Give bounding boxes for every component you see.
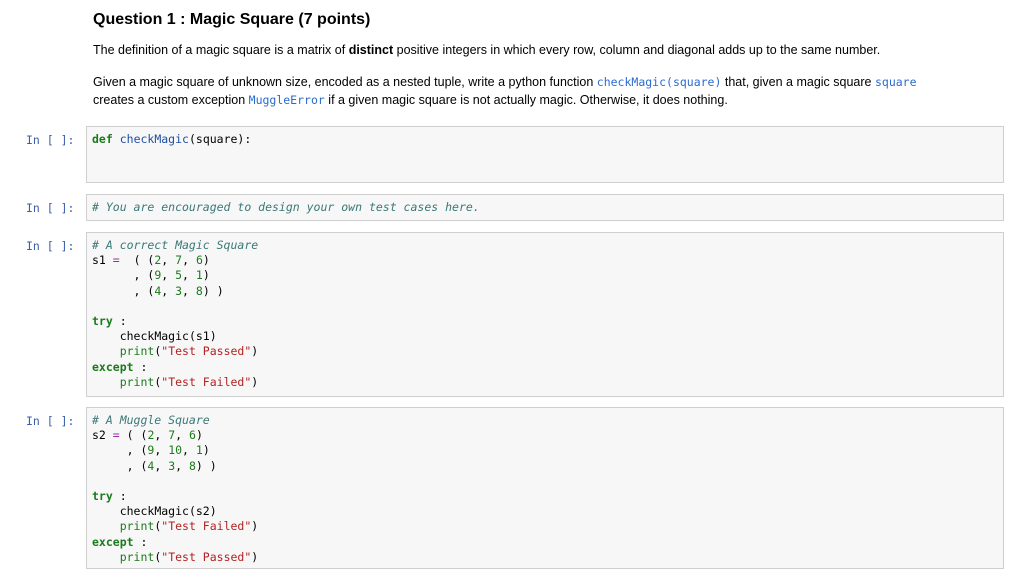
tuple-value: 3 bbox=[175, 283, 183, 298]
tuple-value: 1 bbox=[195, 443, 203, 458]
code-comment: # A correct Magic Square bbox=[92, 238, 259, 252]
definition-text-end: positive integers in which every row, co… bbox=[393, 43, 881, 57]
keyword-except: except bbox=[92, 534, 134, 549]
definition-text: The definition of a magic square is a ma… bbox=[93, 43, 349, 57]
tuple-value: 2 bbox=[147, 428, 155, 443]
keyword-except: except bbox=[92, 359, 134, 374]
cell-prompt-4: In [ ]: bbox=[26, 414, 75, 428]
builtin-print: print bbox=[119, 374, 155, 389]
instruction-text-3: creates a custom exception bbox=[93, 93, 249, 107]
cell-prompt-1: In [ ]: bbox=[26, 133, 75, 147]
tuple-value: 8 bbox=[188, 458, 196, 473]
variable-s1: s1 bbox=[92, 253, 106, 268]
code-cell-4[interactable]: # A Muggle Square s2 = ( (2, 7, 6) , (9,… bbox=[86, 407, 1004, 569]
question-title: Question 1 : Magic Square (7 points) bbox=[93, 11, 371, 28]
tuple-value: 6 bbox=[195, 253, 203, 268]
definition-bold: distinct bbox=[348, 43, 394, 57]
code-cell-3[interactable]: # A correct Magic Square s1 = ( (2, 7, 6… bbox=[86, 232, 1004, 397]
cell-prompt-3: In [ ]: bbox=[26, 239, 75, 253]
tuple-value: 7 bbox=[168, 428, 176, 443]
code-comment: # A Muggle Square bbox=[92, 413, 210, 427]
function-call: checkMagic(s1) bbox=[119, 329, 217, 344]
inline-code-square: square bbox=[874, 75, 917, 89]
inline-code-checkmagic: checkMagic(square) bbox=[596, 75, 722, 89]
tuple-value: 9 bbox=[147, 443, 155, 458]
code-cell-1[interactable]: def checkMagic(square): bbox=[86, 126, 1004, 183]
string-literal: "Test Failed" bbox=[161, 374, 252, 389]
inline-code-mugglerror: MuggleError bbox=[248, 93, 325, 107]
function-call: checkMagic(s2) bbox=[119, 504, 217, 519]
code-comment: # You are encouraged to design your own … bbox=[92, 200, 480, 214]
instruction-text-1: Given a magic square of unknown size, en… bbox=[93, 75, 597, 89]
tuple-value: 9 bbox=[154, 268, 162, 283]
function-name: checkMagic bbox=[119, 132, 189, 146]
tuple-value: 1 bbox=[195, 268, 203, 283]
string-literal: "Test Passed" bbox=[161, 549, 252, 564]
code-cell-2[interactable]: # You are encouraged to design your own … bbox=[86, 194, 1004, 221]
definition-paragraph: The definition of a magic square is a ma… bbox=[93, 43, 993, 57]
tuple-value: 6 bbox=[189, 428, 196, 443]
instruction-text-4: if a given magic square is not actually … bbox=[324, 93, 728, 107]
tuple-value: 8 bbox=[195, 283, 203, 298]
variable-s2: s2 bbox=[92, 428, 106, 443]
string-literal: "Test Failed" bbox=[161, 519, 252, 534]
builtin-print: print bbox=[119, 344, 155, 359]
instruction-paragraph: Given a magic square of unknown size, en… bbox=[93, 73, 993, 109]
instruction-text-2: that, given a magic square bbox=[721, 75, 875, 89]
tuple-value: 4 bbox=[147, 458, 155, 473]
function-params: (square): bbox=[188, 132, 252, 146]
string-literal: "Test Passed" bbox=[161, 344, 252, 359]
builtin-print: print bbox=[119, 549, 155, 564]
tuple-value: 2 bbox=[154, 253, 162, 268]
keyword-try: try bbox=[92, 489, 113, 504]
tuple-value: 5 bbox=[175, 268, 183, 283]
keyword-def: def bbox=[92, 132, 113, 146]
tuple-value: 7 bbox=[175, 253, 183, 268]
tuple-value: 3 bbox=[168, 458, 176, 473]
tuple-value: 10 bbox=[168, 443, 183, 458]
cell-prompt-2: In [ ]: bbox=[26, 201, 75, 215]
tuple-value: 4 bbox=[154, 283, 162, 298]
builtin-print: print bbox=[119, 519, 155, 534]
keyword-try: try bbox=[92, 314, 113, 329]
